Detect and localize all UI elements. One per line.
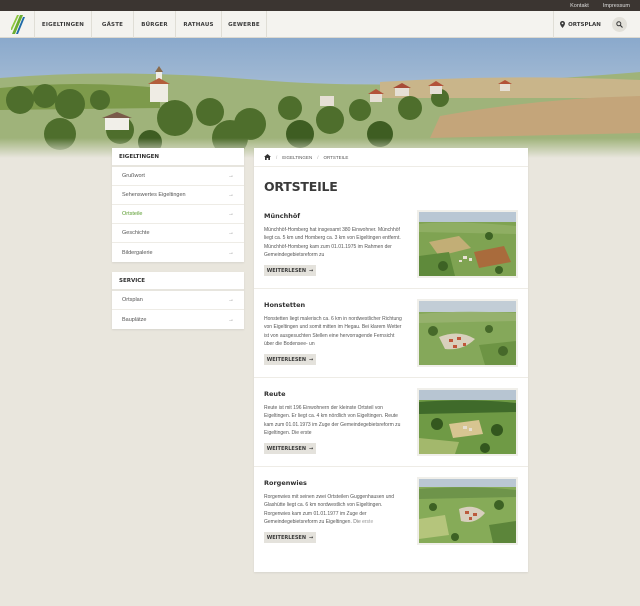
- read-more-label: WEITERLESEN: [266, 534, 307, 541]
- main-content: / EIGELTINGEN / ORTSTEILE ORTSTEILE Münc…: [254, 148, 528, 572]
- entry-title[interactable]: Reute: [264, 390, 286, 398]
- sidebar-item-label: Ortsplan: [122, 297, 143, 303]
- nav-gaeste[interactable]: GÄSTE: [91, 11, 133, 38]
- entry-honstetten: Honstetten Honstetten liegt malerisch ca…: [264, 299, 518, 385]
- sidebar-item-sehenswertes[interactable]: Sehenswertes Eigeltingen →: [112, 186, 244, 205]
- sidebar-service: SERVICE Ortsplan → Bauplätze →: [112, 272, 244, 329]
- sidebar-item-ortsplan[interactable]: Ortsplan →: [112, 291, 244, 310]
- read-more-label: WEITERLESEN: [266, 445, 307, 452]
- read-more-button[interactable]: WEITERLESEN →: [264, 532, 316, 543]
- nav-gewerbe[interactable]: GEWERBE: [221, 11, 267, 38]
- sidebar-item-bildergalerie[interactable]: Bildergalerie →: [112, 243, 244, 262]
- nav-buerger[interactable]: BÜRGER: [133, 11, 175, 38]
- sidebar-item-label: Geschichte: [122, 230, 150, 236]
- read-more-button[interactable]: WEITERLESEN →: [264, 265, 316, 276]
- map-pin-icon: [560, 21, 566, 28]
- main-navigation: EIGELTINGEN GÄSTE BÜRGER RATHAUS GEWERBE…: [0, 11, 640, 38]
- ortsplan-link[interactable]: ORTSPLAN: [553, 11, 607, 38]
- arrow-right-icon: →: [228, 173, 234, 179]
- sidebar-item-label: Ortsteile: [122, 211, 143, 217]
- entry-title[interactable]: Honstetten: [264, 301, 305, 309]
- arrow-right-icon: →: [228, 297, 234, 303]
- sidebar-item-label: Sehenswertes Eigeltingen: [122, 192, 186, 198]
- divider: [254, 288, 528, 289]
- divider: [254, 377, 528, 378]
- arrow-right-icon: →: [309, 356, 314, 363]
- sidebar-item-geschichte[interactable]: Geschichte →: [112, 224, 244, 243]
- sidebar-eigeltingen: EIGELTINGEN Grußwort → Sehenswertes Eige…: [112, 148, 244, 262]
- arrow-right-icon: →: [309, 534, 314, 541]
- breadcrumb-eigeltingen[interactable]: EIGELTINGEN: [282, 155, 312, 160]
- entry-text: Rorgenwies mit seinen zwei Ortsteilen Gu…: [264, 493, 404, 527]
- arrow-right-icon: →: [228, 230, 234, 236]
- arrow-right-icon: →: [228, 316, 234, 323]
- breadcrumb-ortsteile: ORTSTEILE: [323, 154, 349, 160]
- arrow-right-icon: →: [309, 267, 314, 274]
- search-button[interactable]: [612, 17, 627, 32]
- sidebar-item-ortsteile[interactable]: Ortsteile →: [112, 205, 244, 224]
- breadcrumb-separator: /: [317, 154, 319, 160]
- sidebar-item-grusswort[interactable]: Grußwort →: [112, 167, 244, 186]
- sidebar-item-label: Bildergalerie: [122, 249, 153, 256]
- impressum-link[interactable]: Impressum: [603, 3, 630, 9]
- page-title: ORTSTEILE: [264, 179, 338, 194]
- entry-rorgenwies: Rorgenwies Rorgenwies mit seinen zwei Or…: [264, 477, 518, 563]
- entry-thumbnail[interactable]: [417, 477, 518, 545]
- sidebar-item-bauplaetze[interactable]: Bauplätze →: [112, 310, 244, 329]
- search-icon: [616, 21, 623, 28]
- nav-rathaus[interactable]: RATHAUS: [175, 11, 221, 38]
- kontakt-link[interactable]: Kontakt: [570, 3, 589, 9]
- sidebar-item-label: Bauplätze: [122, 316, 147, 323]
- entry-title[interactable]: Rorgenwies: [264, 479, 307, 487]
- home-icon[interactable]: [264, 154, 271, 160]
- arrow-right-icon: →: [309, 445, 314, 452]
- breadcrumb-separator: /: [276, 154, 278, 160]
- arrow-right-icon: →: [228, 192, 234, 198]
- read-more-button[interactable]: WEITERLESEN →: [264, 443, 316, 454]
- sidebar-title: EIGELTINGEN: [112, 148, 244, 167]
- entry-thumbnail[interactable]: [417, 210, 518, 278]
- arrow-right-icon: →: [228, 249, 234, 256]
- breadcrumb: / EIGELTINGEN / ORTSTEILE: [254, 148, 528, 167]
- top-bar: Kontakt Impressum: [0, 0, 640, 11]
- sidebar-title: SERVICE: [112, 272, 244, 291]
- nav-eigeltingen[interactable]: EIGELTINGEN: [34, 11, 91, 38]
- read-more-label: WEITERLESEN: [266, 267, 307, 274]
- entry-thumbnail[interactable]: [417, 299, 518, 367]
- entry-reute: Reute Reute ist mit 196 Einwohnern der k…: [264, 388, 518, 474]
- read-more-label: WEITERLESEN: [266, 356, 307, 363]
- entry-muenchhoef: Münchhöf Münchhöf-Homberg hat insgesamt …: [264, 210, 518, 296]
- entry-text: Münchhöf-Homberg hat insgesamt 380 Einwo…: [264, 226, 404, 260]
- ortsplan-label: ORTSPLAN: [568, 21, 601, 28]
- sidebar-item-label: Grußwort: [122, 173, 145, 179]
- logo[interactable]: [11, 15, 25, 34]
- entry-title[interactable]: Münchhöf: [264, 212, 300, 220]
- arrow-right-icon: →: [228, 211, 234, 217]
- hero-image: [0, 38, 640, 158]
- divider: [254, 466, 528, 467]
- entry-text: Reute ist mit 196 Einwohnern der kleinst…: [264, 404, 404, 438]
- entry-text: Honstetten liegt malerisch ca. 6 km in n…: [264, 315, 404, 349]
- entry-thumbnail[interactable]: [417, 388, 518, 456]
- read-more-button[interactable]: WEITERLESEN →: [264, 354, 316, 365]
- logo-stripes-icon: [11, 15, 25, 34]
